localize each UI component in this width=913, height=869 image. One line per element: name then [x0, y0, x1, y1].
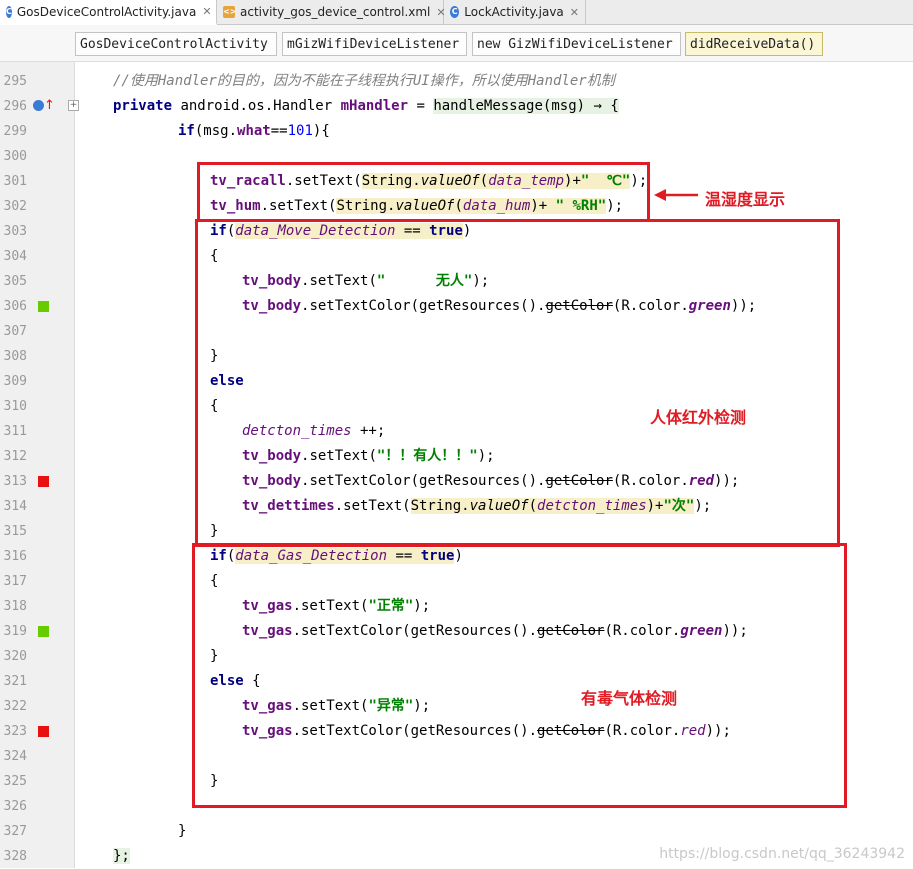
code-line[interactable]: 299 if(msg.what==101){	[0, 119, 913, 144]
tab-label: activity_gos_device_control.xml	[240, 5, 431, 19]
body-detect-highlight-box	[195, 219, 840, 547]
code-text: //使用Handler的目的，因为不能在子线程执行UI操作，所以使用Handle…	[113, 69, 615, 94]
tab-activity-gos-device-control-xml[interactable]: <> activity_gos_device_control.xml ✕	[217, 0, 446, 24]
fold-toggle-icon[interactable]: +	[68, 100, 79, 111]
code-token: ){	[312, 123, 330, 139]
code-token: 101	[287, 123, 313, 139]
red-color-swatch-icon	[38, 476, 49, 487]
code-token: }	[178, 823, 187, 839]
code-token: mHandler	[340, 98, 409, 114]
breadcrumb-anonymous-class[interactable]: new GizWifiDeviceListener	[472, 32, 681, 56]
code-line[interactable]: 295 //使用Handler的目的，因为不能在子线程执行UI操作，所以使用Han…	[0, 69, 913, 94]
watermark: https://blog.csdn.net/qq_36243942	[659, 846, 905, 862]
gas-detect-annotation: 有毒气体检测	[581, 689, 678, 708]
green-color-swatch-icon	[38, 626, 49, 637]
line-number: 326	[3, 799, 27, 814]
tab-lock-activity[interactable]: C LockActivity.java ✕	[444, 0, 586, 24]
code-token: handleMessage(msg) → {	[433, 98, 619, 114]
tab-label: GosDeviceControlActivity.java	[16, 4, 197, 19]
line-number: 308	[3, 349, 27, 364]
line-number: 306	[3, 299, 27, 314]
line-number: 305	[3, 274, 27, 289]
code-text: };	[113, 844, 130, 869]
line-number: 302	[3, 199, 27, 214]
line-number: 315	[3, 524, 27, 539]
tab-gos-device-control-activity[interactable]: C GosDeviceControlActivity.java ✕	[0, 0, 217, 25]
breadcrumb-class[interactable]: GosDeviceControlActivity	[75, 32, 277, 56]
green-color-swatch-icon	[38, 301, 49, 312]
code-token: ==	[270, 123, 288, 139]
java-class-icon: C	[450, 6, 460, 18]
line-number: 324	[3, 749, 27, 764]
code-editor[interactable]: 295 //使用Handler的目的，因为不能在子线程执行UI操作，所以使用Han…	[0, 62, 913, 868]
line-number: 327	[3, 824, 27, 839]
code-token: private	[113, 98, 181, 114]
line-number: 310	[3, 399, 27, 414]
line-number: 325	[3, 774, 27, 789]
line-number: 301	[3, 174, 27, 189]
code-token: android.os.Handler	[180, 98, 341, 114]
breadcrumb-method[interactable]: didReceiveData()	[685, 32, 823, 56]
line-number: 312	[3, 449, 27, 464]
line-number: 316	[3, 549, 27, 564]
line-number: 296	[3, 99, 27, 114]
code-token: //使用Handler的目的，因为不能在子线程执行UI操作，所以使用Handle…	[113, 73, 615, 89]
line-number: 303	[3, 224, 27, 239]
close-tab-icon[interactable]: ✕	[202, 5, 211, 18]
line-number: 319	[3, 624, 27, 639]
java-class-icon: C	[6, 5, 12, 18]
xml-file-icon: <>	[223, 6, 237, 18]
line-number: 299	[3, 124, 27, 139]
line-number: 328	[3, 849, 27, 864]
editor-tab-bar: C GosDeviceControlActivity.java ✕ <> act…	[0, 0, 913, 25]
code-token: };	[113, 848, 130, 864]
line-number: 323	[3, 724, 27, 739]
line-number: 313	[3, 474, 27, 489]
arrow-left-icon	[654, 189, 698, 201]
code-text: if(msg.what==101){	[178, 119, 330, 144]
code-token: if	[178, 123, 195, 139]
line-number: 309	[3, 374, 27, 389]
line-number: 317	[3, 574, 27, 589]
line-number: 314	[3, 499, 27, 514]
breadcrumb-listener-field[interactable]: mGizWifiDeviceListener	[282, 32, 467, 56]
implements-arrow-icon[interactable]: ↑	[44, 93, 55, 118]
line-number: 304	[3, 249, 27, 264]
line-number: 321	[3, 674, 27, 689]
line-number: 320	[3, 649, 27, 664]
override-method-icon[interactable]	[33, 100, 44, 111]
temp-hum-highlight-box	[197, 162, 650, 222]
temp-hum-annotation: 温湿度显示	[705, 190, 786, 209]
code-line[interactable]: 296 ↑ + private android.os.Handler mHandler…	[0, 94, 913, 119]
line-number: 322	[3, 699, 27, 714]
line-number: 318	[3, 599, 27, 614]
line-number: 300	[3, 149, 27, 164]
code-text: private android.os.Handler mHandler = ha…	[113, 94, 619, 119]
code-token: what	[237, 123, 271, 139]
line-number: 295	[3, 74, 27, 89]
gas-detect-highlight-box	[192, 543, 847, 808]
code-text: }	[178, 819, 186, 844]
close-tab-icon[interactable]: ✕	[570, 6, 579, 19]
red-color-swatch-icon	[38, 726, 49, 737]
line-number: 311	[3, 424, 27, 439]
code-token: =	[408, 98, 434, 114]
code-token: (msg.	[194, 123, 238, 139]
line-number: 307	[3, 324, 27, 339]
code-line[interactable]: 327}	[0, 819, 913, 844]
body-detect-annotation: 人体红外检测	[650, 408, 747, 427]
tab-label: LockActivity.java	[464, 5, 564, 19]
breadcrumb: GosDeviceControlActivity mGizWifiDeviceL…	[0, 25, 913, 62]
